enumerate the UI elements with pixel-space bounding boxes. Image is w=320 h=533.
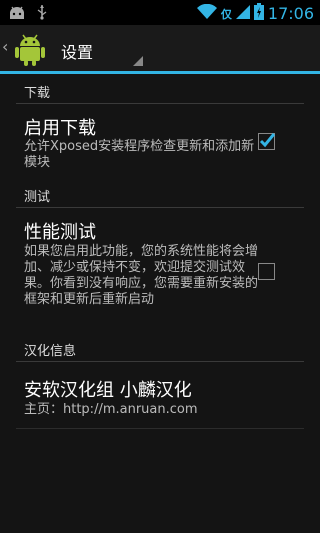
pref-title: 启用下载	[24, 118, 96, 139]
checkbox-unchecked-icon[interactable]	[258, 263, 275, 280]
pref-title: 安软汉化组 小麟汉化	[24, 380, 192, 401]
signal-icon	[235, 4, 250, 23]
page-title: 设置	[61, 43, 94, 62]
pref-title: 性能测试	[24, 222, 96, 243]
pref-summary: 主页：http://m.anruan.com	[24, 402, 198, 417]
category-header-localization: 汉化信息	[24, 344, 77, 359]
android-app-icon[interactable]	[12, 31, 48, 67]
clock: 17:06	[267, 4, 314, 23]
android-debug-icon	[8, 5, 26, 24]
action-bar: ‹ 设置	[0, 25, 320, 74]
list-divider	[16, 428, 304, 429]
category-header-download: 下载	[24, 86, 51, 101]
category-header-test: 测试	[24, 190, 51, 205]
category-divider	[16, 103, 304, 104]
pref-summary: 允许Xposed安装程序检查更新和添加新模块	[24, 139, 255, 170]
battery-icon	[253, 3, 264, 24]
spinner-corner-icon[interactable]	[133, 56, 143, 66]
ime-indicator: 仅	[220, 7, 232, 21]
category-divider	[16, 207, 304, 208]
usb-icon	[36, 4, 48, 24]
checkbox-checked-icon[interactable]	[258, 133, 276, 150]
up-caret-icon[interactable]: ‹	[2, 37, 8, 56]
category-divider	[16, 361, 304, 362]
pref-summary: 如果您启用此功能，您的系统性能将会增加、减少或保持不变，欢迎提交测试效果。你看到…	[24, 244, 259, 307]
status-bar: 仅 17:06	[0, 0, 320, 25]
wifi-icon	[196, 3, 217, 23]
